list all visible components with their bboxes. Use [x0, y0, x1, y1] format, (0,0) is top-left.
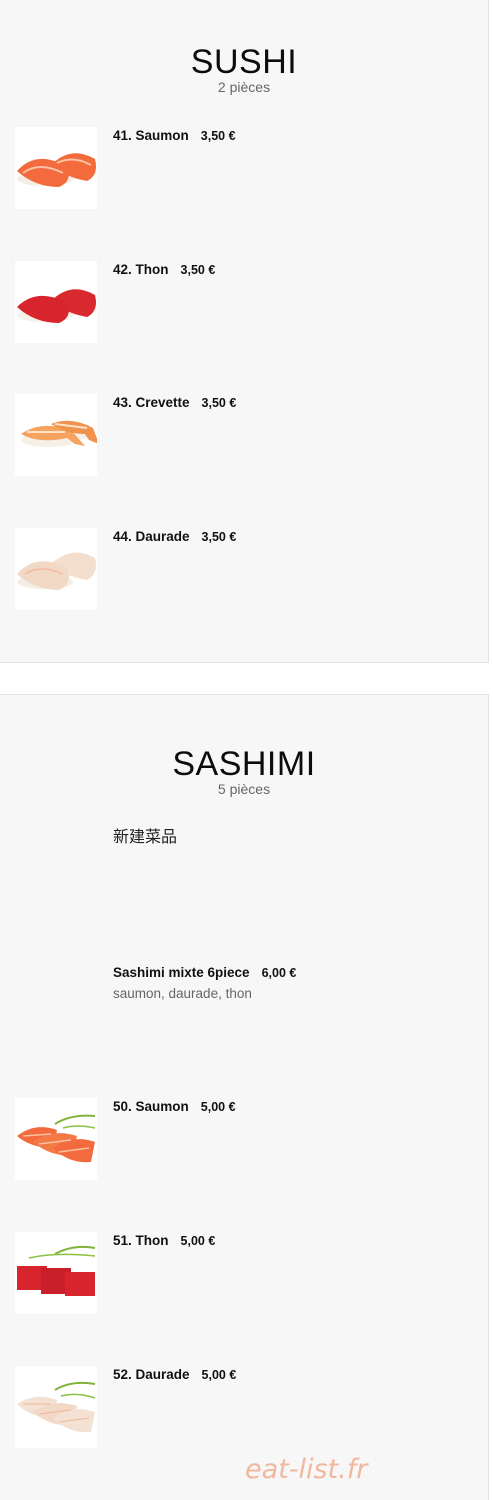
seabream-sashimi-image	[15, 1366, 97, 1448]
new-dish-label[interactable]: 新建菜品	[113, 828, 177, 848]
item-price: 5,00 €	[201, 1368, 237, 1382]
sushi-subtitle: 2 pièces	[217, 79, 271, 95]
item-name: Sashimi mixte 6piece 6,00 €	[113, 965, 297, 980]
item-price: 3,50 €	[201, 530, 237, 544]
tuna-nigiri-image	[15, 261, 97, 343]
tuna-sashimi-image	[15, 1232, 97, 1314]
item-name: 50. Saumon 5,00 €	[113, 1099, 236, 1114]
menu-item-tuna-sashimi[interactable]: 51. Thon 5,00 €	[0, 1232, 488, 1322]
watermark: eat-list.fr	[245, 1454, 368, 1485]
item-price: 5,00 €	[180, 1234, 216, 1248]
menu-item-shrimp-sushi[interactable]: 43. Crevette 3,50 €	[0, 394, 488, 484]
item-name: 52. Daurade 5,00 €	[113, 1367, 237, 1382]
item-price: 3,50 €	[200, 129, 236, 143]
sushi-title: SUSHI	[190, 43, 298, 81]
menu-item-salmon-sashimi[interactable]: 50. Saumon 5,00 €	[0, 1098, 488, 1188]
item-name: 43. Crevette 3,50 €	[113, 395, 237, 410]
menu-item-seabream-sushi[interactable]: 44. Daurade 3,50 €	[0, 528, 488, 618]
item-name: 41. Saumon 3,50 €	[113, 128, 236, 143]
seabream-nigiri-image	[15, 528, 97, 610]
item-price: 3,50 €	[180, 263, 216, 277]
sashimi-section: SASHIMI 5 pièces 新建菜品 Sashimi mixte 6pie…	[0, 694, 489, 1500]
salmon-sashimi-image	[15, 1098, 97, 1180]
item-name: 51. Thon 5,00 €	[113, 1233, 216, 1248]
item-name: 44. Daurade 3,50 €	[113, 529, 237, 544]
menu-item-seabream-sashimi[interactable]: 52. Daurade 5,00 €	[0, 1366, 488, 1456]
menu-item-tuna-sushi[interactable]: 42. Thon 3,50 €	[0, 261, 488, 351]
menu-item-mixed-sashimi[interactable]: Sashimi mixte 6piece 6,00 € saumon, daura…	[0, 964, 488, 1054]
menu-item-salmon-sushi[interactable]: 41. Saumon 3,50 €	[0, 127, 488, 217]
sashimi-subtitle: 5 pièces	[217, 781, 271, 797]
shrimp-nigiri-image	[15, 394, 97, 476]
sashimi-title: SASHIMI	[172, 745, 316, 783]
sushi-section: SUSHI 2 pièces 41. Saumon 3,50 € 42. Thon…	[0, 0, 489, 663]
item-price: 6,00 €	[261, 966, 297, 980]
item-description: saumon, daurade, thon	[113, 986, 252, 1001]
item-price: 3,50 €	[201, 396, 237, 410]
item-name: 42. Thon 3,50 €	[113, 262, 216, 277]
salmon-nigiri-image	[15, 127, 97, 209]
item-price: 5,00 €	[200, 1100, 236, 1114]
